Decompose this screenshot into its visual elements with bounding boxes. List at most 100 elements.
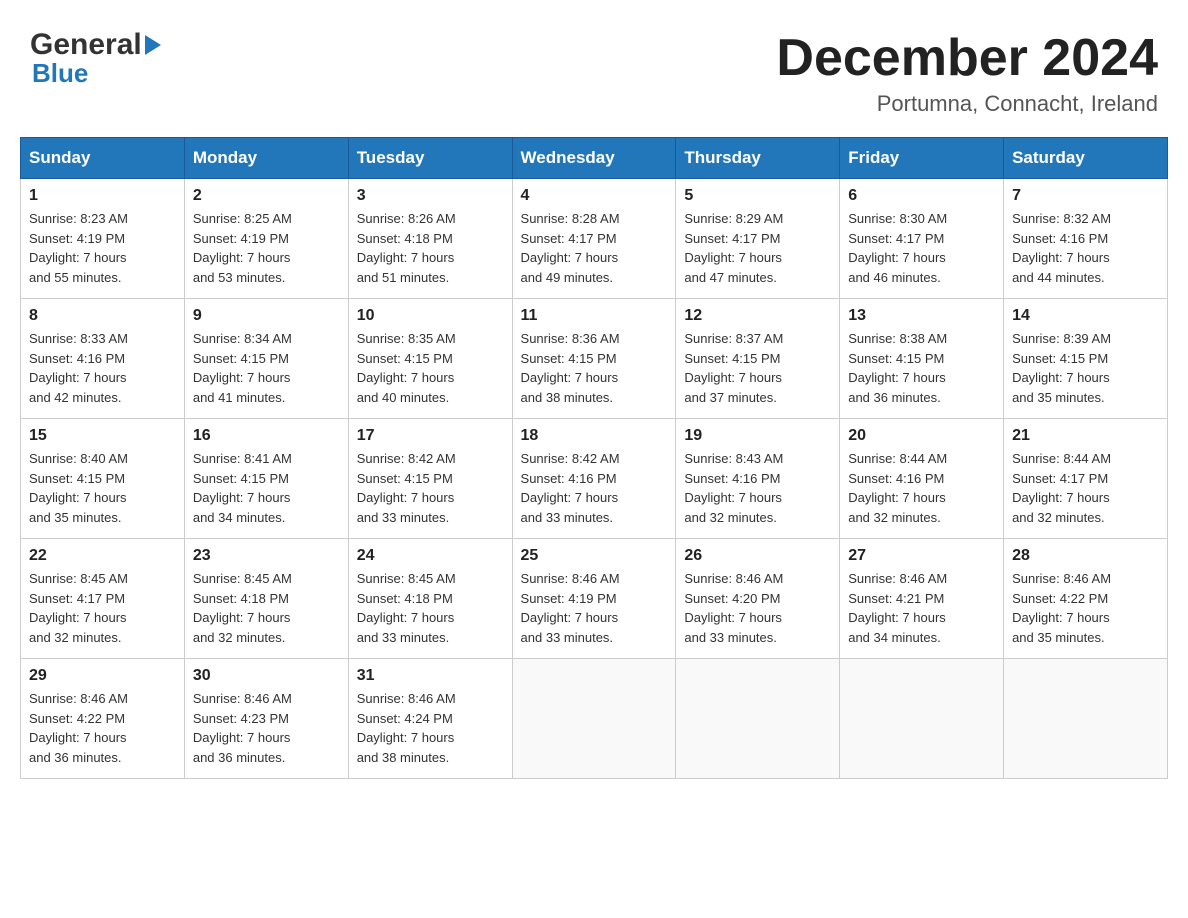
day-number: 23 <box>193 547 340 565</box>
week-row-1: 1Sunrise: 8:23 AMSunset: 4:19 PMDaylight… <box>21 179 1168 299</box>
calendar-cell: 31 Sunrise: 8:46 AMSunset: 4:24 PMDayligh… <box>348 659 512 779</box>
calendar-cell: 2 Sunrise: 8:25 AMSunset: 4:19 PMDaylight… <box>184 179 348 299</box>
calendar-cell: 16 Sunrise: 8:41 AMSunset: 4:15 PMDayligh… <box>184 419 348 539</box>
calendar-cell: 17Sunrise: 8:42 AMSunset: 4:15 PMDayligh… <box>348 419 512 539</box>
day-info: Sunrise: 8:43 AMSunset: 4:16 PMDaylight:… <box>684 449 831 527</box>
day-info: Sunrise: 8:34 AMSunset: 4:15 PMDaylight:… <box>193 329 340 407</box>
calendar-cell: 11Sunrise: 8:36 AMSunset: 4:15 PMDayligh… <box>512 299 676 419</box>
day-number: 7 <box>1012 187 1159 205</box>
day-number: 18 <box>521 427 668 445</box>
day-number: 24 <box>357 547 504 565</box>
day-info: Sunrise: 8:42 AMSunset: 4:16 PMDaylight:… <box>521 449 668 527</box>
calendar-cell: 3 Sunrise: 8:26 AMSunset: 4:18 PMDaylight… <box>348 179 512 299</box>
calendar-cell <box>1004 659 1168 779</box>
month-title: December 2024 <box>776 30 1158 87</box>
calendar-cell: 9 Sunrise: 8:34 AMSunset: 4:15 PMDaylight… <box>184 299 348 419</box>
calendar-cell: 26 Sunrise: 8:46 AMSunset: 4:20 PMDayligh… <box>676 539 840 659</box>
day-number: 22 <box>29 547 176 565</box>
calendar-cell: 10 Sunrise: 8:35 AMSunset: 4:15 PMDayligh… <box>348 299 512 419</box>
day-number: 21 <box>1012 427 1159 445</box>
weekday-header-tuesday: Tuesday <box>348 138 512 179</box>
day-info: Sunrise: 8:36 AMSunset: 4:15 PMDaylight:… <box>521 329 668 407</box>
calendar-cell: 23 Sunrise: 8:45 AMSunset: 4:18 PMDayligh… <box>184 539 348 659</box>
weekday-header-sunday: Sunday <box>21 138 185 179</box>
calendar-table: SundayMondayTuesdayWednesdayThursdayFrid… <box>20 137 1168 779</box>
week-row-4: 22 Sunrise: 8:45 AMSunset: 4:17 PMDayligh… <box>21 539 1168 659</box>
logo-arrow-icon <box>145 35 161 55</box>
day-number: 10 <box>357 307 504 325</box>
day-number: 26 <box>684 547 831 565</box>
day-info: Sunrise: 8:46 AMSunset: 4:22 PMDaylight:… <box>29 689 176 767</box>
day-info: Sunrise: 8:32 AMSunset: 4:16 PMDaylight:… <box>1012 209 1159 287</box>
weekday-header-row: SundayMondayTuesdayWednesdayThursdayFrid… <box>21 138 1168 179</box>
day-number: 19 <box>684 427 831 445</box>
day-info: Sunrise: 8:46 AMSunset: 4:20 PMDaylight:… <box>684 569 831 647</box>
day-number: 29 <box>29 667 176 685</box>
day-info: Sunrise: 8:44 AMSunset: 4:17 PMDaylight:… <box>1012 449 1159 527</box>
day-number: 3 <box>357 187 504 205</box>
day-info: Sunrise: 8:46 AMSunset: 4:21 PMDaylight:… <box>848 569 995 647</box>
day-number: 6 <box>848 187 995 205</box>
day-info: Sunrise: 8:44 AMSunset: 4:16 PMDaylight:… <box>848 449 995 527</box>
day-number: 12 <box>684 307 831 325</box>
logo-general-text: General <box>30 30 142 60</box>
day-info: Sunrise: 8:41 AMSunset: 4:15 PMDaylight:… <box>193 449 340 527</box>
day-info: Sunrise: 8:45 AMSunset: 4:18 PMDaylight:… <box>193 569 340 647</box>
calendar-cell: 7 Sunrise: 8:32 AMSunset: 4:16 PMDaylight… <box>1004 179 1168 299</box>
calendar-cell: 15Sunrise: 8:40 AMSunset: 4:15 PMDayligh… <box>21 419 185 539</box>
weekday-header-wednesday: Wednesday <box>512 138 676 179</box>
day-info: Sunrise: 8:35 AMSunset: 4:15 PMDaylight:… <box>357 329 504 407</box>
day-info: Sunrise: 8:26 AMSunset: 4:18 PMDaylight:… <box>357 209 504 287</box>
day-info: Sunrise: 8:45 AMSunset: 4:18 PMDaylight:… <box>357 569 504 647</box>
logo: General Blue <box>30 30 161 89</box>
calendar-cell: 24 Sunrise: 8:45 AMSunset: 4:18 PMDayligh… <box>348 539 512 659</box>
day-number: 9 <box>193 307 340 325</box>
calendar-cell: 21 Sunrise: 8:44 AMSunset: 4:17 PMDayligh… <box>1004 419 1168 539</box>
day-info: Sunrise: 8:30 AMSunset: 4:17 PMDaylight:… <box>848 209 995 287</box>
calendar-cell: 6 Sunrise: 8:30 AMSunset: 4:17 PMDaylight… <box>840 179 1004 299</box>
location-subtitle: Portumna, Connacht, Ireland <box>776 91 1158 117</box>
day-number: 5 <box>684 187 831 205</box>
calendar-cell: 27 Sunrise: 8:46 AMSunset: 4:21 PMDayligh… <box>840 539 1004 659</box>
day-number: 14 <box>1012 307 1159 325</box>
day-number: 8 <box>29 307 176 325</box>
calendar-cell: 20 Sunrise: 8:44 AMSunset: 4:16 PMDayligh… <box>840 419 1004 539</box>
day-info: Sunrise: 8:39 AMSunset: 4:15 PMDaylight:… <box>1012 329 1159 407</box>
day-info: Sunrise: 8:28 AMSunset: 4:17 PMDaylight:… <box>521 209 668 287</box>
calendar-cell: 22 Sunrise: 8:45 AMSunset: 4:17 PMDayligh… <box>21 539 185 659</box>
calendar-cell: 5Sunrise: 8:29 AMSunset: 4:17 PMDaylight… <box>676 179 840 299</box>
calendar-cell: 8Sunrise: 8:33 AMSunset: 4:16 PMDaylight… <box>21 299 185 419</box>
calendar-cell <box>676 659 840 779</box>
day-number: 30 <box>193 667 340 685</box>
calendar-cell: 18 Sunrise: 8:42 AMSunset: 4:16 PMDayligh… <box>512 419 676 539</box>
week-row-5: 29 Sunrise: 8:46 AMSunset: 4:22 PMDayligh… <box>21 659 1168 779</box>
calendar-cell <box>512 659 676 779</box>
day-number: 27 <box>848 547 995 565</box>
calendar-cell: 19 Sunrise: 8:43 AMSunset: 4:16 PMDayligh… <box>676 419 840 539</box>
day-number: 2 <box>193 187 340 205</box>
day-info: Sunrise: 8:46 AMSunset: 4:24 PMDaylight:… <box>357 689 504 767</box>
calendar-cell: 28Sunrise: 8:46 AMSunset: 4:22 PMDayligh… <box>1004 539 1168 659</box>
weekday-header-thursday: Thursday <box>676 138 840 179</box>
day-info: Sunrise: 8:46 AMSunset: 4:19 PMDaylight:… <box>521 569 668 647</box>
logo-text: General Blue <box>30 30 161 89</box>
day-info: Sunrise: 8:23 AMSunset: 4:19 PMDaylight:… <box>29 209 176 287</box>
day-info: Sunrise: 8:46 AMSunset: 4:22 PMDaylight:… <box>1012 569 1159 647</box>
day-info: Sunrise: 8:25 AMSunset: 4:19 PMDaylight:… <box>193 209 340 287</box>
day-info: Sunrise: 8:45 AMSunset: 4:17 PMDaylight:… <box>29 569 176 647</box>
calendar-cell <box>840 659 1004 779</box>
day-number: 16 <box>193 427 340 445</box>
week-row-2: 8Sunrise: 8:33 AMSunset: 4:16 PMDaylight… <box>21 299 1168 419</box>
calendar-cell: 25Sunrise: 8:46 AMSunset: 4:19 PMDayligh… <box>512 539 676 659</box>
day-info: Sunrise: 8:46 AMSunset: 4:23 PMDaylight:… <box>193 689 340 767</box>
calendar-cell: 12 Sunrise: 8:37 AMSunset: 4:15 PMDayligh… <box>676 299 840 419</box>
weekday-header-friday: Friday <box>840 138 1004 179</box>
calendar-cell: 30 Sunrise: 8:46 AMSunset: 4:23 PMDayligh… <box>184 659 348 779</box>
day-number: 31 <box>357 667 504 685</box>
day-number: 13 <box>848 307 995 325</box>
day-number: 20 <box>848 427 995 445</box>
logo-blue-text: Blue <box>32 58 161 89</box>
day-info: Sunrise: 8:37 AMSunset: 4:15 PMDaylight:… <box>684 329 831 407</box>
day-number: 4 <box>521 187 668 205</box>
weekday-header-saturday: Saturday <box>1004 138 1168 179</box>
